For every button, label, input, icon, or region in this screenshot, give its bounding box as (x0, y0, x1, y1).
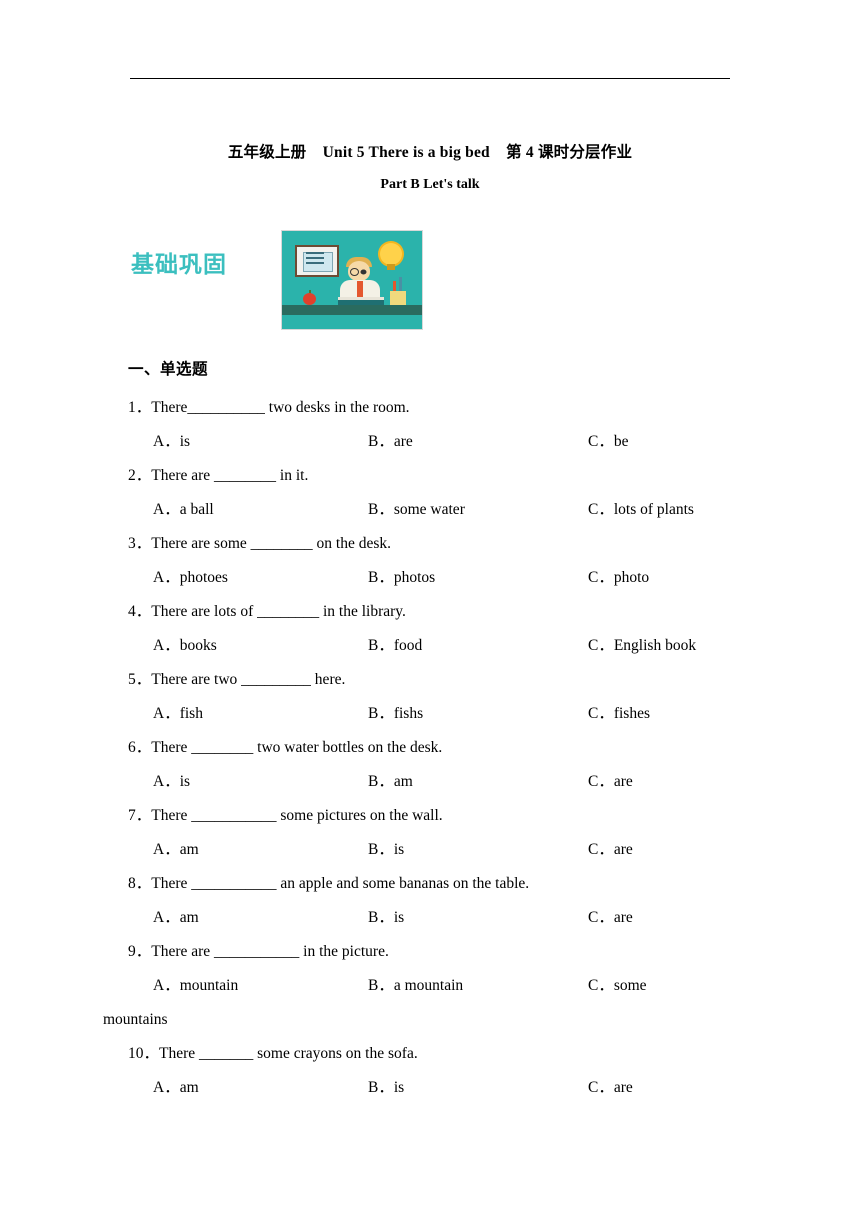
question-item: 10．There _______ some crayons on the sof… (128, 1037, 733, 1105)
option-b[interactable]: B．some water (368, 493, 465, 527)
option-row: A．am B．is C．are (128, 1071, 733, 1105)
option-c[interactable]: C．are (588, 765, 633, 799)
document-title: 五年级上册 Unit 5 There is a big bed 第 4 课时分层… (0, 142, 860, 196)
option-b[interactable]: B．is (368, 901, 404, 935)
option-c[interactable]: C．be (588, 425, 628, 459)
option-c[interactable]: C．photo (588, 561, 649, 595)
question-item: 1．There__________ two desks in the room.… (128, 391, 733, 459)
question-stem: 3．There are some ________ on the desk. (128, 535, 392, 552)
question-stem: 7．There ___________ some pictures on the… (128, 807, 443, 824)
question-stem: 8．There ___________ an apple and some ba… (128, 875, 530, 892)
question-stem: 5．There are two _________ here. (128, 671, 346, 688)
header-rule (130, 78, 730, 79)
question-item: 6．There ________ two water bottles on th… (128, 731, 733, 799)
option-c[interactable]: C．are (588, 833, 633, 867)
option-row: A．fish B．fishs C．fishes (128, 697, 733, 731)
student-tie (357, 281, 363, 297)
option-c[interactable]: C．are (588, 901, 633, 935)
pencil-cup-icon (390, 291, 406, 305)
question-item: 8．There ___________ an apple and some ba… (128, 867, 733, 935)
lightbulb-icon (380, 243, 402, 265)
exercise-content: 一、单选题 1．There__________ two desks in the… (103, 357, 733, 1105)
option-row: A．photoes B．photos C．photo (128, 561, 733, 595)
option-b[interactable]: B．is (368, 1071, 404, 1105)
option-a[interactable]: A．am (153, 1071, 199, 1105)
lightbulb-base (387, 264, 395, 270)
option-c[interactable]: C．lots of plants (588, 493, 694, 527)
question-item: 3．There are some ________ on the desk. A… (128, 527, 733, 595)
exercise-heading: 一、单选题 (128, 361, 209, 378)
question-item: 2．There are ________ in it. A．a ball B．s… (128, 459, 733, 527)
question-stem: 4．There are lots of ________ in the libr… (128, 603, 406, 620)
apple-icon (303, 293, 316, 305)
option-b[interactable]: B．is (368, 833, 404, 867)
option-a[interactable]: A．books (153, 629, 217, 663)
board-inner (303, 252, 333, 272)
question-item: 7．There ___________ some pictures on the… (128, 799, 733, 867)
title-line-1: 五年级上册 Unit 5 There is a big bed 第 4 课时分层… (227, 144, 633, 161)
option-row: A．am B．is C．are (128, 833, 733, 867)
option-row: A．mountain B．a mountain C．some (128, 969, 733, 1003)
option-a[interactable]: A．am (153, 833, 199, 867)
option-c[interactable]: C．are (588, 1071, 633, 1105)
option-a[interactable]: A．photoes (153, 561, 228, 595)
question-stem: 2．There are ________ in it. (128, 467, 309, 484)
option-a[interactable]: A．is (153, 765, 190, 799)
blackboard-icon (295, 245, 339, 277)
option-c[interactable]: C．some (588, 969, 647, 1003)
document-page: 五年级上册 Unit 5 There is a big bed 第 4 课时分层… (0, 0, 860, 1216)
option-c[interactable]: C．English book (588, 629, 696, 663)
question-stem: 10．There _______ some crayons on the sof… (128, 1045, 418, 1062)
question-item: 4．There are lots of ________ in the libr… (128, 595, 733, 663)
option-a[interactable]: A．am (153, 901, 199, 935)
option-c-overflow[interactable]: mountains (103, 1003, 733, 1037)
option-a[interactable]: A．a ball (153, 493, 214, 527)
option-b[interactable]: B．fishs (368, 697, 423, 731)
board-text-lines (306, 257, 324, 259)
option-a[interactable]: A．is (153, 425, 190, 459)
option-b[interactable]: B．am (368, 765, 413, 799)
option-a[interactable]: A．mountain (153, 969, 238, 1003)
option-row: A．a ball B．some water C．lots of plants (128, 493, 733, 527)
option-row: A．is B．am C．are (128, 765, 733, 799)
option-b[interactable]: B．are (368, 425, 413, 459)
question-item: 9．There are ___________ in the picture. … (103, 935, 733, 1037)
option-row: A．books B．food C．English book (128, 629, 733, 663)
option-b[interactable]: B．photos (368, 561, 435, 595)
option-a[interactable]: A．fish (153, 697, 203, 731)
option-row: A．am B．is C．are (128, 901, 733, 935)
section-heading: 基础巩固 (131, 251, 227, 277)
option-b[interactable]: B．a mountain (368, 969, 463, 1003)
question-item: 5．There are two _________ here. A．fish B… (128, 663, 733, 731)
question-stem: 1．There__________ two desks in the room. (128, 399, 410, 416)
option-b[interactable]: B．food (368, 629, 422, 663)
desk-surface (282, 305, 422, 315)
glasses-icon (350, 268, 359, 276)
title-line-2: Part B Let's talk (380, 177, 480, 192)
pencil-icon-blue (399, 277, 402, 291)
question-stem: 6．There ________ two water bottles on th… (128, 739, 443, 756)
option-c[interactable]: C．fishes (588, 697, 650, 731)
option-row: A．is B．are C．be (128, 425, 733, 459)
question-stem: 9．There are ___________ in the picture. (128, 943, 389, 960)
classroom-illustration (281, 230, 423, 330)
